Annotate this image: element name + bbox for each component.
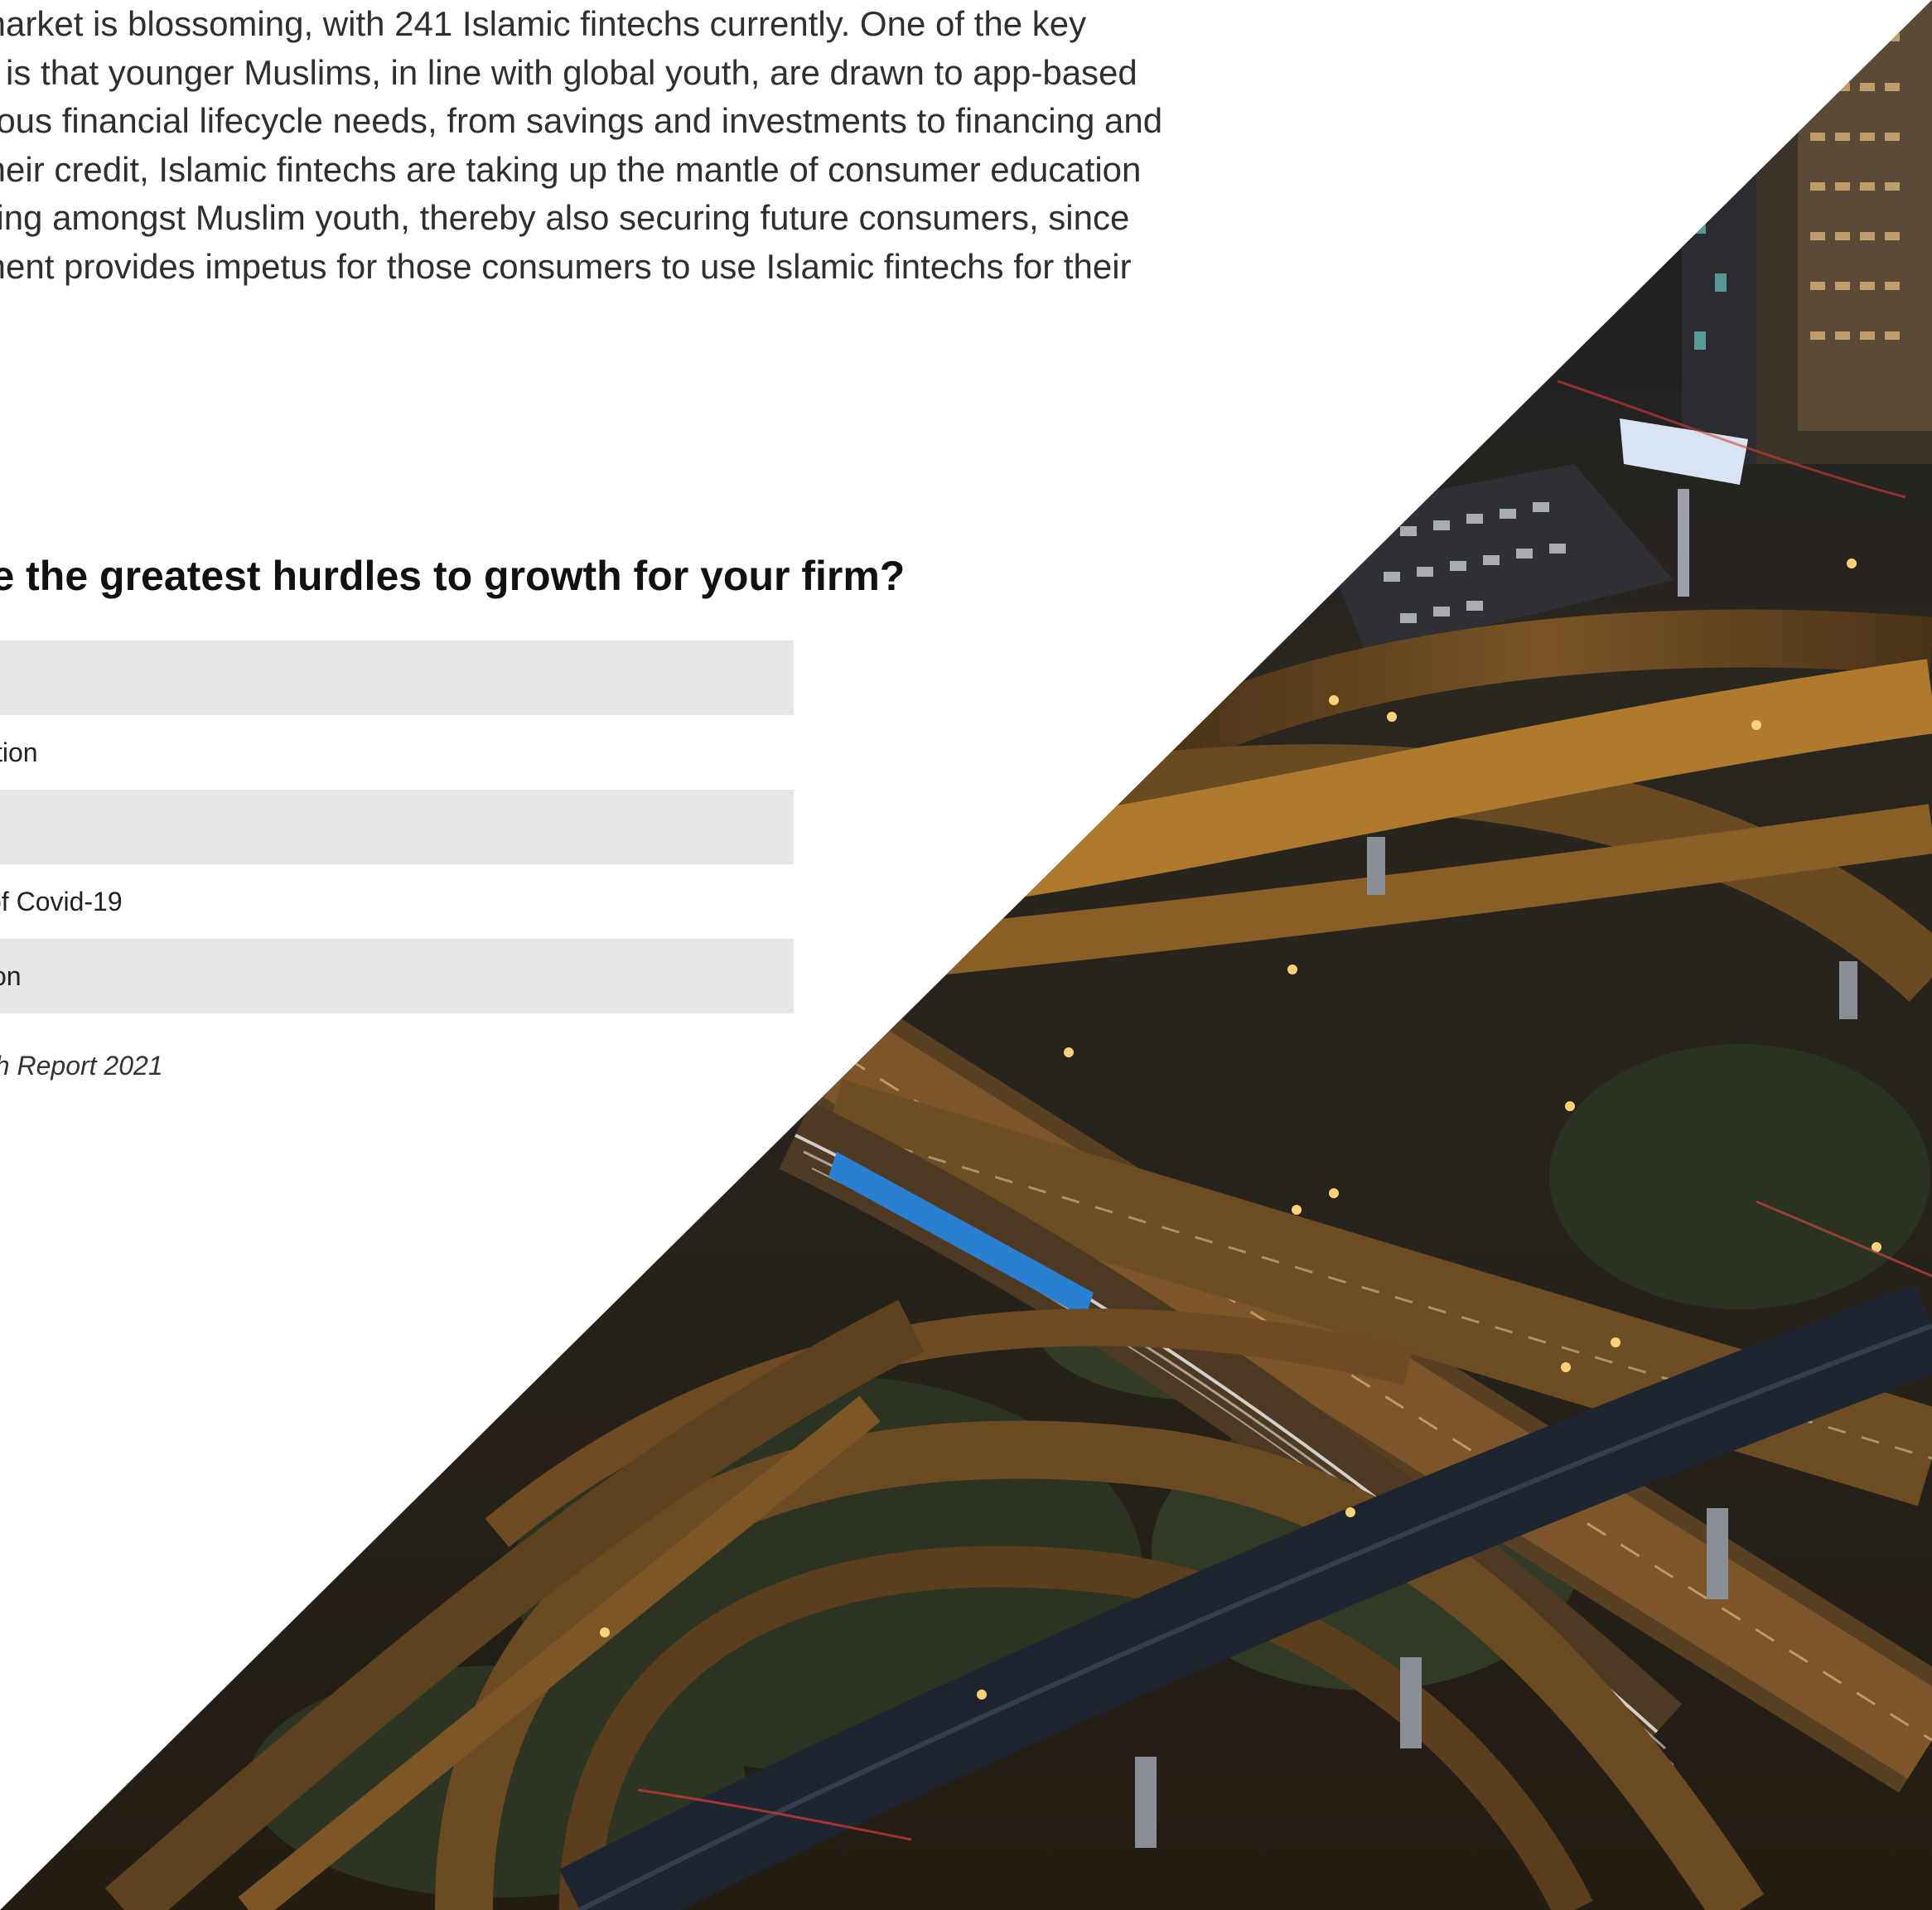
chart-row-label: tion: [0, 737, 38, 767]
chart-row: [0, 790, 794, 864]
chart-row: of Covid-19: [0, 864, 794, 939]
chart-row: on: [0, 939, 794, 1013]
body-line: n is that younger Muslims, in line with …: [0, 52, 1137, 92]
body-line: ment provides impetus for those consumer…: [0, 246, 1132, 286]
body-line: ding amongst Muslim youth, thereby also …: [0, 198, 1130, 238]
body-line: rious financial lifecycle needs, from sa…: [0, 101, 1163, 141]
body-line: market is blossoming, with 241 Islamic f…: [0, 4, 1087, 43]
report-page: market is blossoming, with 241 Islamic f…: [0, 0, 1932, 1910]
chart-row-label: of Covid-19: [0, 887, 123, 916]
chart-row-label: on: [0, 961, 22, 991]
chart-heading: re the greatest hurdles to growth for yo…: [0, 553, 906, 599]
chart-row: [0, 641, 794, 715]
chart-row: tion: [0, 715, 794, 790]
body-line: their credit, Islamic fintechs are takin…: [0, 149, 1142, 189]
source-note: ech Report 2021: [0, 1051, 163, 1081]
body-paragraph: market is blossoming, with 241 Islamic f…: [0, 0, 1269, 292]
